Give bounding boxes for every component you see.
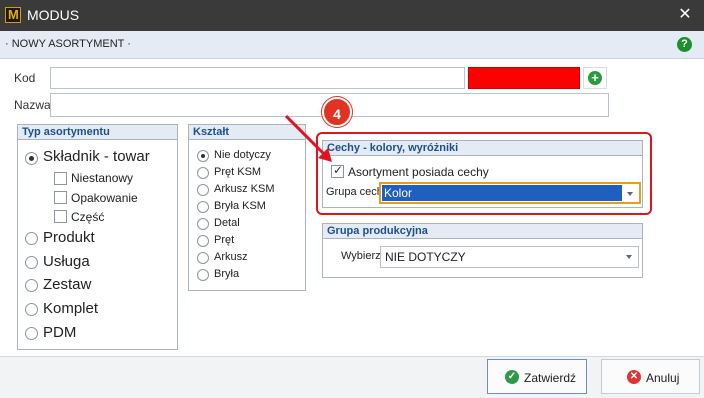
option-label: Pręt [214,234,235,246]
option-label: Składnik - towar [43,148,150,165]
checkbox-opakowanie[interactable] [54,191,67,204]
zatwierdz-label: Zatwierdź [524,371,577,385]
radio-arkusz-ksm[interactable] [197,184,209,196]
option-label: Część [71,210,105,224]
checkbox-czesc[interactable] [54,210,67,223]
option-label: Pręt KSM [214,166,262,178]
wybierz-label: Wybierz [341,250,381,262]
window-title: MODUS [27,7,80,23]
radio-produkt[interactable] [25,232,38,245]
option-label: Bryła KSM [214,200,266,212]
radio-komplet[interactable] [25,303,38,316]
color-swatch[interactable] [468,67,580,89]
zatwierdz-button[interactable]: ✓ Zatwierdź [487,359,587,394]
cancel-icon: ✕ [627,370,641,384]
option-label: Arkusz KSM [214,183,275,195]
anuluj-label: Anuluj [646,371,680,385]
annotation-highlight [316,132,652,215]
option-label: Opakowanie [71,191,138,205]
title-bar [0,0,704,31]
add-button[interactable]: + [583,67,607,89]
radio-bryla[interactable] [197,269,209,281]
wybierz-value: NIE DOTYCZY [385,250,466,264]
option-label: Zestaw [43,276,92,293]
kod-input[interactable] [50,67,465,89]
anuluj-button[interactable]: ✕ Anuluj [601,359,700,394]
radio-arkusz[interactable] [197,252,209,264]
radio-nie-dotyczy[interactable] [197,150,209,162]
checkbox-niestanowy[interactable] [54,172,67,185]
wybierz-select[interactable]: NIE DOTYCZY [380,246,639,268]
help-icon[interactable]: ? [677,37,692,52]
radio-detal[interactable] [197,218,209,230]
annotation-badge: 4 [322,97,352,127]
form-title: · NOWY ASORTYMENT · [5,38,131,50]
radio-pdm[interactable] [25,327,38,340]
radio-skladnik-towar[interactable] [25,152,38,165]
nazwa-label: Nazwa [14,98,51,112]
option-label: Bryła [214,268,240,280]
check-icon: ✓ [505,370,519,384]
option-label: PDM [43,324,77,341]
option-label: Usługa [43,253,90,270]
app-logo-icon: M [5,7,21,23]
option-label: Produkt [43,229,95,246]
plus-icon: + [588,71,602,85]
kod-label: Kod [14,71,36,85]
radio-pret-ksm[interactable] [197,167,209,179]
typ-asortymentu-title: Typ asortymentu [18,125,177,140]
option-label: Komplet [43,300,99,317]
grupa-produkcyjna-title: Grupa produkcyjna [323,224,642,239]
close-button[interactable]: ✕ [672,4,698,26]
radio-usluga[interactable] [25,256,38,269]
footer-bar [0,356,704,398]
radio-pret[interactable] [197,235,209,247]
typ-asortymentu-group: Typ asortymentu Składnik - towar Niestan… [17,124,178,350]
option-label: Detal [214,217,240,229]
option-label: Niestanowy [71,171,134,185]
chevron-down-icon [626,255,632,259]
radio-bryla-ksm[interactable] [197,201,209,213]
option-label: Nie dotyczy [214,149,271,161]
option-label: Arkusz [214,251,248,263]
radio-zestaw[interactable] [25,279,38,292]
